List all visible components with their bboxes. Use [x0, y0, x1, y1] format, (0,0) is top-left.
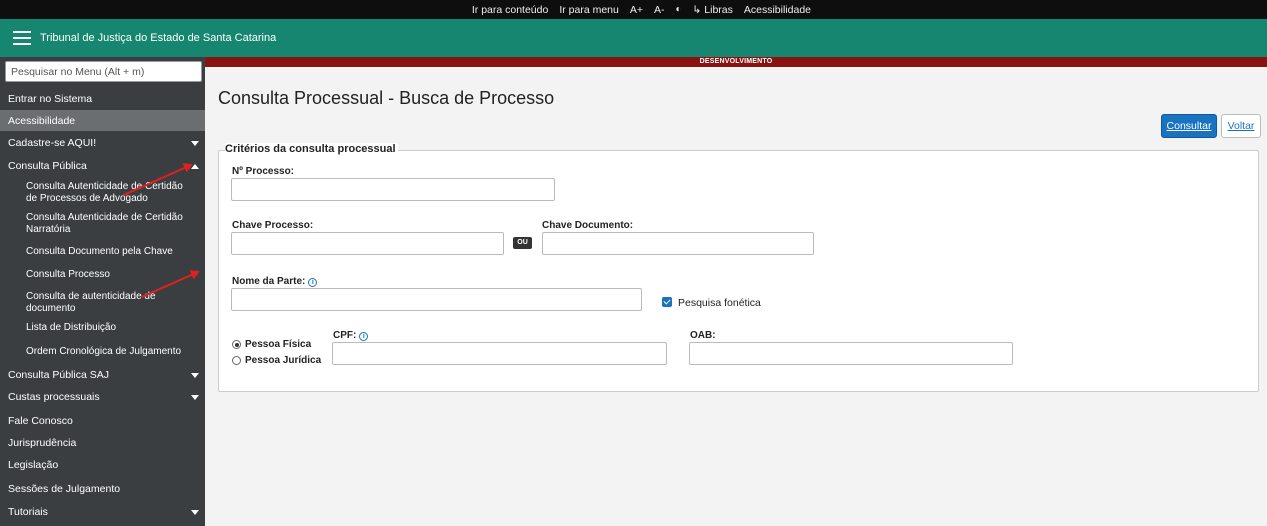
sidebar-item-consulta-publica[interactable]: Consulta Pública [0, 155, 205, 177]
font-increase-button[interactable]: A+ [630, 4, 643, 16]
sidebar-item-label: Jurisprudência [8, 437, 77, 449]
cpf-label: CPF: i [333, 330, 369, 341]
menu-search-input[interactable] [5, 61, 202, 82]
info-icon[interactable]: i [359, 332, 369, 341]
submenu-item-lista-distribuicao[interactable]: Lista de Distribuição [0, 322, 205, 334]
chevron-down-icon [191, 394, 199, 400]
sidebar-item-label: Sessões de Julgamento [8, 483, 121, 495]
oab-label: OAB: [690, 330, 716, 341]
pessoa-juridica-radio[interactable] [232, 356, 241, 365]
font-decrease-button[interactable]: A- [654, 4, 665, 16]
sidebar-item-label: Consulta Pública [8, 160, 87, 172]
sidebar: Entrar no Sistema Acessibilidade Cadastr… [0, 57, 205, 526]
voltar-button[interactable]: Voltar [1221, 114, 1261, 138]
chevron-down-icon [191, 509, 199, 515]
libras-link[interactable]: ↳ Libras [693, 4, 733, 16]
oab-input[interactable] [689, 342, 1013, 365]
sidebar-item-custas[interactable]: Custas processuais [0, 386, 205, 408]
cpf-input[interactable] [332, 342, 667, 365]
page-title: Consulta Processual - Busca de Processo [218, 88, 555, 108]
pessoa-fisica-radio[interactable] [232, 340, 241, 349]
app-title: Tribunal de Justiça do Estado de Santa C… [40, 32, 277, 44]
libras-label: Libras [704, 3, 733, 16]
sidebar-item-label: Acessibilidade [8, 114, 76, 127]
nome-parte-text: Nome da Parte: [232, 276, 306, 287]
pessoa-fisica-label: Pessoa Física [245, 339, 312, 350]
environment-banner: DESENVOLVIMENTO [205, 57, 1267, 67]
sidebar-item-consulta-publica-saj[interactable]: Consulta Pública SAJ [0, 364, 205, 386]
submenu-item-consulta-processo[interactable]: Consulta Processo [0, 269, 205, 281]
chave-processo-label: Chave Processo: [232, 220, 314, 231]
sidebar-item-label: Custas processuais [8, 391, 100, 403]
sidebar-item-label: Tutoriais [8, 506, 48, 518]
sidebar-item-acessibilidade[interactable]: Acessibilidade [0, 110, 205, 131]
chevron-down-icon [191, 140, 199, 146]
num-processo-label: Nº Processo: [232, 166, 295, 177]
nome-parte-input[interactable] [231, 288, 642, 311]
info-icon[interactable]: i [308, 278, 318, 287]
sidebar-item-fale-conosco[interactable]: Fale Conosco [0, 410, 205, 432]
sidebar-item-label: Cadastre-se AQUI! [8, 137, 97, 149]
sidebar-item-entrar[interactable]: Entrar no Sistema [0, 88, 205, 110]
submenu-item-ordem-cronologica[interactable]: Ordem Cronológica de Julgamento [0, 346, 205, 358]
sidebar-item-label: Entrar no Sistema [8, 93, 93, 105]
contrast-icon[interactable]: ◐ [676, 4, 682, 15]
submenu-item-documento-chave[interactable]: Consulta Documento pela Chave [0, 246, 205, 258]
sidebar-item-cadastre-se[interactable]: Cadastre-se AQUI! [0, 132, 205, 154]
submenu-item-autenticidade-advogado[interactable]: Consulta Autenticidade de Certidão de Pr… [0, 181, 205, 204]
sidebar-item-label: Fale Conosco [8, 415, 73, 427]
or-badge: OU [513, 237, 532, 249]
pessoa-juridica-label: Pessoa Jurídica [245, 355, 322, 366]
panel-legend: Critérios da consulta processual [225, 143, 398, 155]
cpf-text: CPF: [333, 330, 357, 341]
skip-to-content-link[interactable]: Ir para conteúdo [472, 4, 548, 16]
submenu-item-autenticidade-documento[interactable]: Consulta de autenticidade de documento [0, 291, 205, 314]
sidebar-item-sessoes[interactable]: Sessões de Julgamento [0, 478, 205, 500]
accessibility-link[interactable]: Acessibilidade [744, 4, 811, 16]
num-processo-input[interactable] [231, 178, 555, 201]
skip-to-menu-link[interactable]: Ir para menu [559, 4, 619, 16]
chevron-down-icon [191, 372, 199, 378]
sidebar-item-label: Legislação [8, 459, 59, 471]
submenu-item-autenticidade-narratoria[interactable]: Consulta Autenticidade de Certidão Narra… [0, 212, 205, 235]
sidebar-item-jurisprudencia[interactable]: Jurisprudência [0, 432, 205, 454]
consultar-button[interactable]: Consultar [1161, 114, 1217, 138]
sidebar-item-label: Consulta Pública SAJ [8, 369, 109, 381]
nome-parte-label: Nome da Parte: i [232, 276, 318, 287]
sidebar-item-legislacao[interactable]: Legislação [0, 454, 205, 476]
sidebar-item-tutoriais[interactable]: Tutoriais [0, 501, 205, 523]
pesquisa-fonetica-checkbox[interactable] [662, 297, 672, 307]
accessibility-bar: Ir para conteúdo Ir para menu A+ A- ◐ ↳ … [0, 0, 1267, 19]
hamburger-menu-icon[interactable] [13, 31, 31, 45]
chave-documento-input[interactable] [542, 232, 814, 255]
pesquisa-fonetica-label: Pesquisa fonética [678, 297, 761, 309]
app-header: Tribunal de Justiça do Estado de Santa C… [0, 19, 1267, 57]
chave-documento-label: Chave Documento: [542, 220, 634, 231]
chave-processo-input[interactable] [231, 232, 504, 255]
